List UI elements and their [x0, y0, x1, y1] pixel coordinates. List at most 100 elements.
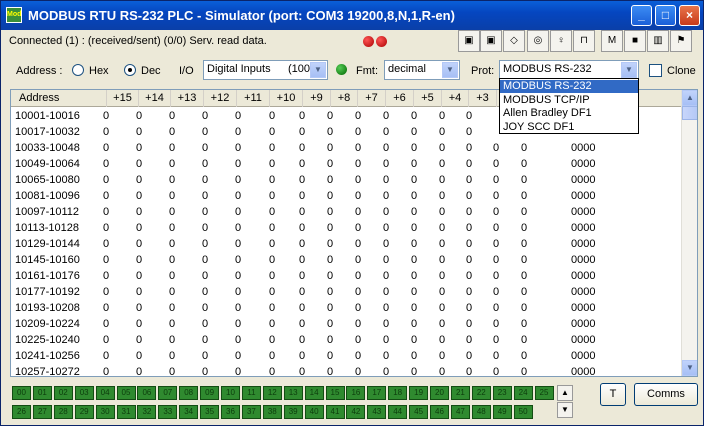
station-box[interactable]: 16 — [346, 386, 366, 400]
dec-radio[interactable] — [124, 64, 136, 76]
table-row[interactable]: 10225-10240 0 0 0 0 0 0 0 0 0 0 0 0 0 0 0 0000 — [11, 332, 683, 348]
station-box[interactable]: 12 — [262, 386, 282, 400]
station-box[interactable]: 35 — [200, 405, 220, 419]
station-box[interactable]: 22 — [471, 386, 491, 400]
plc-alt-icon[interactable]: ▣ — [480, 30, 502, 52]
chevron-down-icon[interactable]: ▼ — [621, 62, 637, 78]
prot-option[interactable]: MODBUS TCP/IP — [500, 94, 638, 107]
person-icon[interactable]: ♀ — [550, 30, 572, 52]
chevron-down-icon[interactable]: ▼ — [310, 62, 326, 78]
station-box[interactable]: 03 — [74, 386, 94, 400]
station-box[interactable]: 21 — [450, 386, 470, 400]
t-button[interactable]: T — [600, 383, 626, 406]
station-box[interactable]: 39 — [283, 405, 303, 419]
station-box[interactable]: 04 — [95, 386, 115, 400]
minimize-button[interactable]: _ — [631, 5, 652, 26]
station-box[interactable]: 30 — [95, 405, 115, 419]
station-box[interactable]: 10 — [221, 386, 240, 400]
station-box[interactable]: 46 — [430, 405, 449, 419]
station-box[interactable]: 50 — [513, 405, 533, 419]
scroll-down-icon[interactable]: ▼ — [682, 360, 697, 376]
table-row[interactable]: 10145-10160 0 0 0 0 0 0 0 0 0 0 0 0 0 0 0 0000 — [11, 252, 683, 268]
table-row[interactable]: 10033-10048 0 0 0 0 0 0 0 0 0 0 0 0 0 0 0 0000 — [11, 140, 683, 156]
table-row[interactable]: 10177-10192 0 0 0 0 0 0 0 0 0 0 0 0 0 0 0 0000 — [11, 284, 683, 300]
station-box[interactable]: 02 — [53, 386, 73, 400]
station-box[interactable]: 24 — [513, 386, 533, 400]
scroll-thumb[interactable] — [682, 106, 697, 120]
table-row[interactable]: 10113-10128 0 0 0 0 0 0 0 0 0 0 0 0 0 0 0 0000 — [11, 220, 683, 236]
station-box[interactable]: 41 — [325, 405, 345, 419]
table-row[interactable]: 10049-10064 0 0 0 0 0 0 0 0 0 0 0 0 0 0 0 0000 — [11, 156, 683, 172]
title-bar[interactable]: Mod MODBUS RTU RS-232 PLC - Simulator (p… — [1, 1, 703, 30]
chevron-down-icon[interactable]: ▼ — [442, 62, 458, 78]
station-box[interactable]: 15 — [325, 386, 345, 400]
station-box[interactable]: 37 — [241, 405, 261, 419]
station-box[interactable]: 00 — [12, 386, 31, 400]
station-box[interactable]: 28 — [53, 405, 73, 419]
table-row[interactable]: 10161-10176 0 0 0 0 0 0 0 0 0 0 0 0 0 0 0 0000 — [11, 268, 683, 284]
prot-option[interactable]: Allen Bradley DF1 — [500, 107, 638, 120]
station-box[interactable]: 19 — [409, 386, 429, 400]
modbus-icon[interactable]: M — [601, 30, 623, 52]
prot-select[interactable]: MODBUS RS-232 ▼ — [499, 60, 639, 80]
station-box[interactable]: 33 — [158, 405, 178, 419]
fmt-select[interactable]: decimal ▼ — [384, 60, 460, 80]
station-box[interactable]: 01 — [32, 386, 52, 400]
plc-icon[interactable]: ▣ — [458, 30, 480, 52]
station-box[interactable]: 31 — [116, 405, 136, 419]
station-box[interactable]: 11 — [241, 386, 261, 400]
flag-icon[interactable]: ⚑ — [670, 30, 692, 52]
station-box[interactable]: 42 — [346, 405, 366, 419]
eraser-icon[interactable]: ◇ — [503, 30, 525, 52]
comms-button[interactable]: Comms — [634, 383, 698, 406]
station-box[interactable]: 36 — [221, 405, 240, 419]
station-box[interactable]: 13 — [283, 386, 303, 400]
station-box[interactable]: 25 — [534, 386, 554, 400]
station-box[interactable]: 45 — [409, 405, 429, 419]
station-box[interactable]: 23 — [492, 386, 512, 400]
station-box[interactable]: 34 — [179, 405, 199, 419]
station-box[interactable]: 27 — [32, 405, 52, 419]
station-scroll-down-button[interactable]: ▼ — [557, 402, 573, 418]
panel-icon[interactable]: ▥ — [647, 30, 669, 52]
chain-icon[interactable]: ◎ — [527, 30, 549, 52]
station-box[interactable]: 06 — [137, 386, 157, 400]
pulse-icon[interactable]: ⊓ — [573, 30, 595, 52]
station-scroll-up-button[interactable]: ▲ — [557, 385, 573, 401]
station-box[interactable]: 18 — [388, 386, 408, 400]
station-box[interactable]: 26 — [12, 405, 31, 419]
table-row[interactable]: 10129-10144 0 0 0 0 0 0 0 0 0 0 0 0 0 0 0 0000 — [11, 236, 683, 252]
table-row[interactable]: 10097-10112 0 0 0 0 0 0 0 0 0 0 0 0 0 0 0 0000 — [11, 204, 683, 220]
grid-scrollbar[interactable]: ▲ ▼ — [681, 90, 697, 376]
station-box[interactable]: 14 — [304, 386, 324, 400]
station-box[interactable]: 48 — [471, 405, 491, 419]
table-row[interactable]: 10241-10256 0 0 0 0 0 0 0 0 0 0 0 0 0 0 0 0000 — [11, 348, 683, 364]
scroll-up-icon[interactable]: ▲ — [682, 90, 697, 106]
close-button[interactable]: × — [679, 5, 700, 26]
io-select[interactable]: Digital Inputs (100 ▼ — [203, 60, 328, 80]
table-row[interactable]: 10065-10080 0 0 0 0 0 0 0 0 0 0 0 0 0 0 0 0000 — [11, 172, 683, 188]
station-box[interactable]: 20 — [430, 386, 449, 400]
station-box[interactable]: 40 — [304, 405, 324, 419]
station-box[interactable]: 43 — [367, 405, 387, 419]
station-box[interactable]: 38 — [262, 405, 282, 419]
clone-checkbox[interactable] — [649, 64, 662, 77]
prot-option[interactable]: JOY SCC DF1 — [500, 121, 638, 134]
prot-option[interactable]: MODBUS RS-232 — [500, 80, 638, 93]
station-box[interactable]: 05 — [116, 386, 136, 400]
station-box[interactable]: 32 — [137, 405, 157, 419]
station-box[interactable]: 08 — [179, 386, 199, 400]
station-box[interactable]: 29 — [74, 405, 94, 419]
station-box[interactable]: 49 — [492, 405, 512, 419]
station-box[interactable]: 07 — [158, 386, 178, 400]
station-box[interactable]: 17 — [367, 386, 387, 400]
table-row[interactable]: 10209-10224 0 0 0 0 0 0 0 0 0 0 0 0 0 0 0 0000 — [11, 316, 683, 332]
hex-radio[interactable] — [72, 64, 84, 76]
table-row[interactable]: 10081-10096 0 0 0 0 0 0 0 0 0 0 0 0 0 0 0 0000 — [11, 188, 683, 204]
monitor-icon[interactable]: ■ — [624, 30, 646, 52]
station-box[interactable]: 09 — [200, 386, 220, 400]
station-box[interactable]: 44 — [388, 405, 408, 419]
maximize-button[interactable]: □ — [655, 5, 676, 26]
station-box[interactable]: 47 — [450, 405, 470, 419]
table-row[interactable]: 10257-10272 0 0 0 0 0 0 0 0 0 0 0 0 0 0 0 0000 — [11, 364, 683, 376]
